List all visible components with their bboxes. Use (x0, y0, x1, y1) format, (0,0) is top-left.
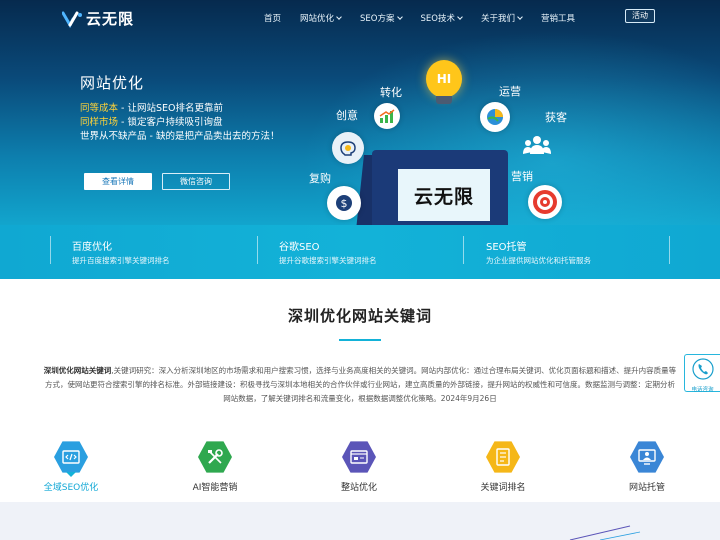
lightbulb-icon: HI (426, 60, 462, 98)
hero-line-text: - 锁定客户持续吸引询盘 (118, 117, 223, 128)
svg-text:$: $ (341, 197, 348, 210)
wechat-consult-button[interactable]: 微信咨询 (162, 173, 230, 190)
monitor-user-icon (630, 440, 664, 474)
view-details-button[interactable]: 查看详情 (84, 173, 152, 190)
coin-icon: $ (327, 186, 361, 220)
people-group-icon (521, 131, 553, 159)
section-keyword: 深圳优化网站关键词 (43, 366, 112, 375)
chevron-down-icon (517, 14, 523, 20)
logo[interactable]: 云无限 (62, 8, 134, 29)
target-icon (528, 185, 562, 219)
service-divider (257, 236, 258, 264)
word-creative: 创意 (336, 109, 358, 122)
nav-item-label: SEO技术 (420, 14, 455, 24)
hero-title: 网站优化 (80, 74, 145, 92)
logo-text: 云无限 (86, 10, 135, 28)
word-conversion: 转化 (380, 86, 402, 99)
feature-label: 整站优化 (340, 483, 377, 493)
feature-label: 关键词排名 (480, 483, 526, 493)
section-title: 深圳优化网站关键词 (287, 307, 432, 325)
hero-line-highlight: 同样市场 (80, 117, 119, 128)
code-window-icon (54, 440, 88, 474)
nav-item-label: 网站优化 (300, 14, 335, 24)
nav-item-label: 首页 (264, 14, 282, 24)
feature-keyword-ranking[interactable]: 关键词排名 (458, 440, 548, 493)
service-hosting-desc: 为企业提供网站优化和托管服务 (486, 256, 591, 265)
active-indicator (66, 472, 76, 477)
tools-icon (198, 440, 232, 474)
bulb-text: HI (436, 72, 452, 86)
bottom-band (0, 502, 720, 540)
nav-menu: 首页 网站优化 SEO方案 SEO技术 关于我们 营销工具 (264, 12, 594, 24)
nav-item-seo-tech[interactable]: SEO技术 (420, 12, 463, 24)
service-baidu-title[interactable]: 百度优化 (72, 238, 112, 253)
brain-icon (332, 132, 364, 164)
word-acquisition: 获客 (545, 111, 567, 124)
hero-line-1: 同等成本 - 让网站SEO排名更靠前 (80, 100, 223, 114)
section-body-text: ,关键词研究：深入分析深圳地区的市场需求和用户搜索习惯，选择与业务高度相关的关键… (45, 366, 677, 403)
activity-button[interactable]: 活动 (625, 9, 655, 23)
service-divider (50, 236, 51, 264)
hero-line-3: 世界从不缺产品 - 缺的是把产品卖出去的方法！ (80, 131, 280, 142)
feature-global-seo[interactable]: 全域SEO优化 (26, 440, 116, 493)
nav-item-seo-plan[interactable]: SEO方案 (360, 12, 403, 24)
nav-item-label: 营销工具 (540, 14, 575, 24)
feature-site-hosting[interactable]: 网站托管 (602, 440, 692, 493)
service-bar: 百度优化 提升百度搜索引擎关键词排名 谷歌SEO 提升谷歌搜索引擎关键词排名 S… (0, 225, 720, 279)
hero-banner: 云无限 首页 网站优化 SEO方案 SEO技术 关于我们 营销工具 活动 网站优… (0, 0, 720, 225)
phone-consult-widget[interactable]: 电话咨询 (684, 354, 720, 393)
growth-chart-icon (374, 103, 400, 129)
chevron-down-icon (336, 14, 342, 20)
word-operation: 运营 (499, 85, 521, 98)
nav-item-about[interactable]: 关于我们 (480, 12, 523, 24)
service-divider (669, 236, 670, 264)
section-description: 深圳优化网站关键词,关键词研究：深入分析深圳地区的市场需求和用户搜索习惯，选择与… (42, 364, 678, 406)
chevron-down-icon (396, 14, 403, 20)
logo-mark-icon (62, 11, 82, 28)
word-marketing: 营销 (511, 170, 533, 183)
service-google-desc: 提升谷歌搜索引擎关键词排名 (279, 256, 377, 265)
phone-consult-label: 电话咨询 (691, 387, 714, 393)
hero-line-text: - 让网站SEO排名更靠前 (118, 103, 223, 114)
service-hosting-title[interactable]: SEO托管 (486, 238, 527, 253)
feature-label: 网站托管 (628, 483, 665, 493)
hero-line-2: 同样市场 - 锁定客户持续吸引询盘 (80, 114, 222, 128)
nav-item-home[interactable]: 首页 (264, 12, 281, 24)
monitor-screen: 云无限 (398, 169, 490, 221)
globe-chart-icon (480, 102, 510, 132)
nav-item-site-optimization[interactable]: 网站优化 (300, 12, 342, 24)
screen-text: 云无限 (413, 185, 474, 208)
phone-icon (691, 358, 714, 380)
section-title-underline (339, 339, 381, 341)
chevron-down-icon (457, 14, 463, 20)
decorative-lines (569, 525, 641, 540)
browser-icon (342, 440, 376, 474)
feature-site-optimization[interactable]: 整站优化 (314, 440, 404, 493)
document-icon (486, 440, 520, 474)
service-baidu-desc: 提升百度搜索引擎关键词排名 (72, 256, 170, 265)
nav-item-marketing-tools[interactable]: 营销工具 (541, 12, 575, 24)
lightbulb-base (436, 96, 452, 104)
word-repurchase: 复购 (309, 172, 331, 185)
service-divider (463, 236, 464, 264)
service-google-title[interactable]: 谷歌SEO (279, 238, 320, 253)
hero-line-highlight: 同等成本 (80, 103, 119, 114)
nav-item-label: 关于我们 (480, 14, 515, 24)
nav-item-label: SEO方案 (360, 14, 395, 24)
feature-ai-marketing[interactable]: AI智能营销 (170, 440, 260, 493)
feature-label: AI智能营销 (192, 483, 238, 493)
feature-label: 全域SEO优化 (43, 483, 99, 493)
top-navigation: 云无限 首页 网站优化 SEO方案 SEO技术 关于我们 营销工具 活动 (0, 0, 720, 34)
hero-illustration: 云无限 HI 创意 转化 运营 获客 复购 营销 $ (300, 55, 600, 225)
